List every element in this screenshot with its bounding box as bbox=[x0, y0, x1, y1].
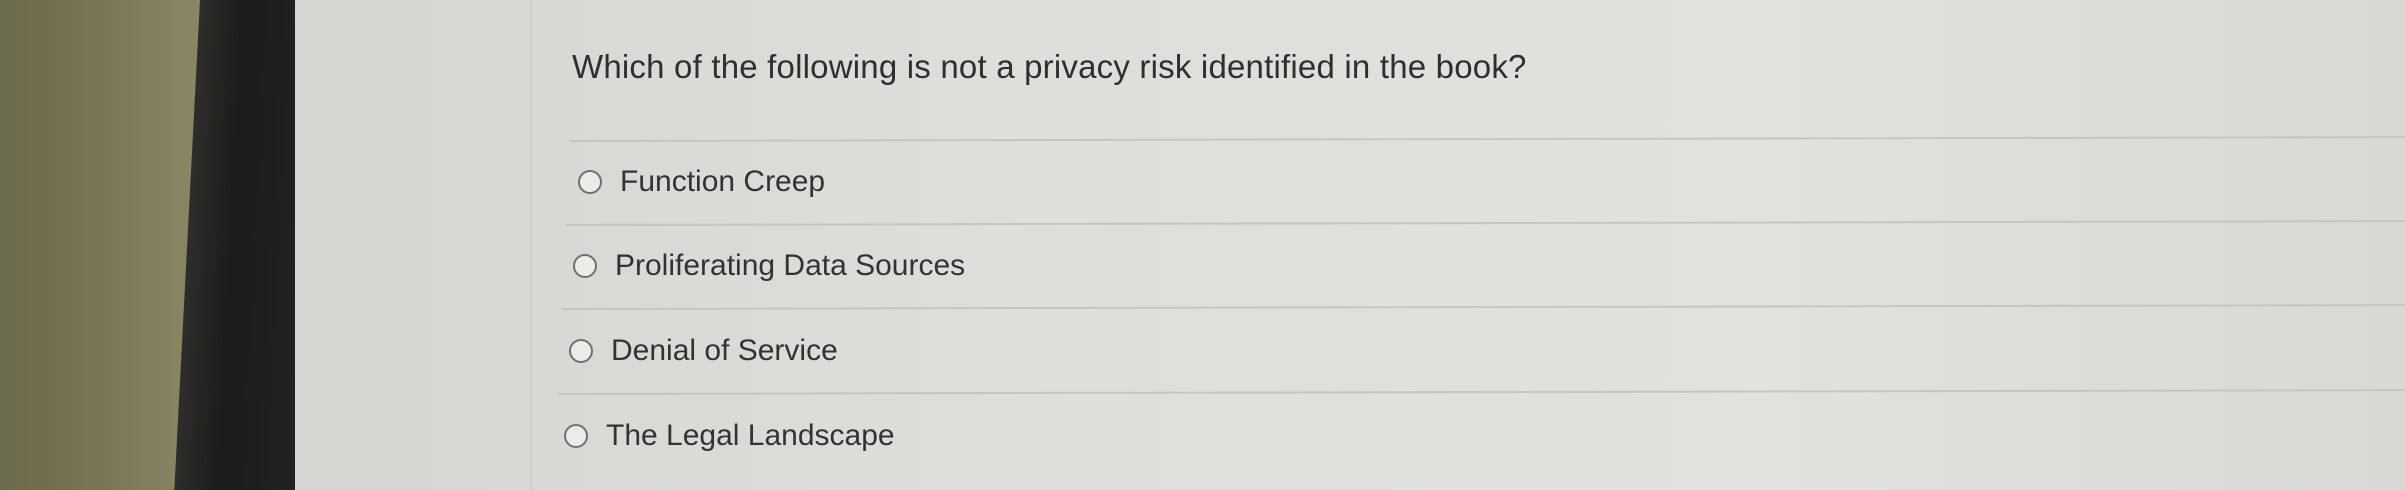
option-label: Function Creep bbox=[620, 165, 826, 198]
option-denial-of-service[interactable]: Denial of Service bbox=[569, 334, 838, 368]
content-border bbox=[530, 0, 532, 490]
radio-button[interactable] bbox=[564, 424, 588, 448]
option-function-creep[interactable]: Function Creep bbox=[578, 165, 825, 199]
radio-button[interactable] bbox=[573, 254, 597, 278]
option-label: Proliferating Data Sources bbox=[615, 249, 966, 282]
radio-button[interactable] bbox=[569, 339, 593, 363]
option-label: Denial of Service bbox=[611, 334, 838, 367]
radio-button[interactable] bbox=[578, 170, 602, 194]
option-the-legal-landscape[interactable]: The Legal Landscape bbox=[564, 419, 895, 453]
option-label: The Legal Landscape bbox=[606, 419, 895, 452]
question-text: Which of the following is not a privacy … bbox=[572, 48, 1527, 85]
option-proliferating-data-sources[interactable]: Proliferating Data Sources bbox=[573, 249, 965, 283]
